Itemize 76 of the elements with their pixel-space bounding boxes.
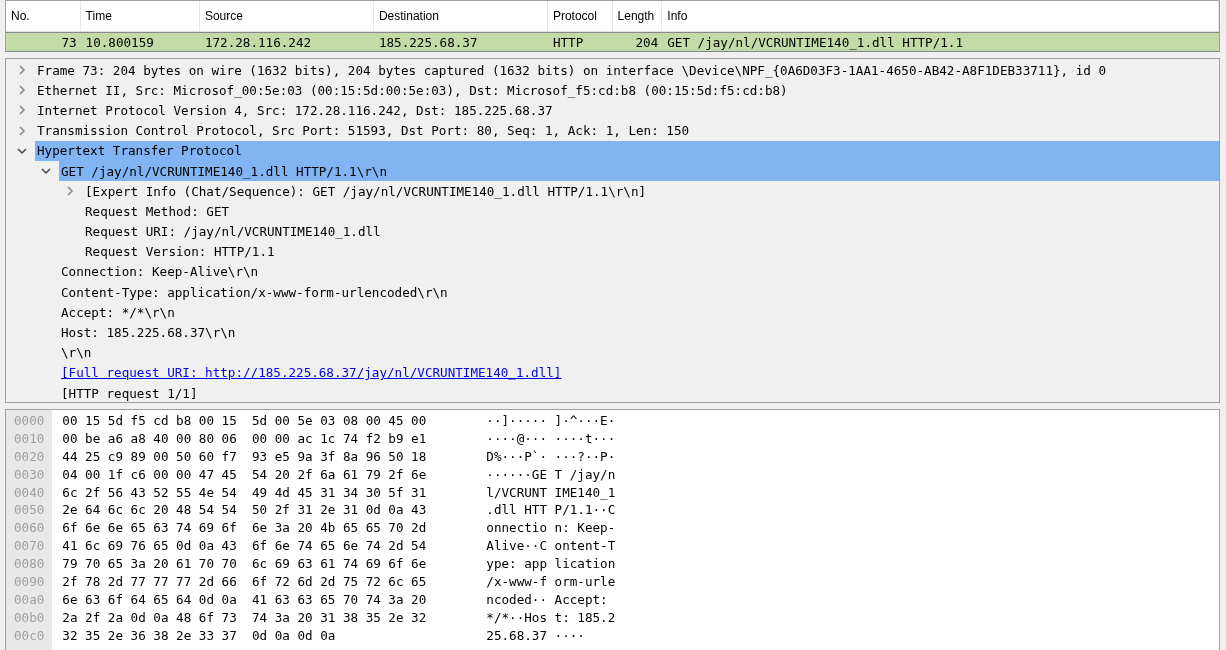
tree-item-label[interactable]: Host: 185.225.68.37\r\n [59,325,238,341]
tree-item-label[interactable]: [HTTP request 1/1] [59,385,200,401]
tree-item-label[interactable]: Internet Protocol Version 4, Src: 172.28.116.242, Dst: 185.225.68.37 [35,102,555,118]
tree-item-label[interactable]: Request Version: HTTP/1.1 [83,244,277,260]
tree-item-label[interactable]: Ethernet II, Src: Microsof_00:5e:03 (00:15:5d:00:5e:03), Dst: Microsof_f5:cd:b8 (00:15:5d:f5:cd:b8) [35,82,790,98]
byte-offset: 0060 [14,520,45,538]
ascii-bytes: l/VCRUNT IME140_1 [486,484,616,502]
table-cell-text: 10.800159 [84,34,155,50]
ascii-bytes: onnectio n: Keep- [486,520,616,538]
ascii-bytes: .dll HTT P/1.1··C [486,502,616,520]
chevron-right-icon[interactable] [16,64,28,77]
ascii-bytes: ······GE T /jay/n [486,466,616,484]
tree-item-label[interactable]: Accept: */*\r\n [59,304,177,320]
ascii-bytes: ype: app lication [486,556,616,574]
chevron-right-icon[interactable] [64,185,76,198]
byte-offset: 0070 [14,538,45,556]
chevron-right-icon[interactable] [16,124,28,137]
hex-bytes: 6e 63 6f 64 65 64 0d 0a 41 63 63 65 70 74 3a 20 [62,591,428,609]
hex-bytes: 00 15 5d f5 cd b8 00 15 5d 00 5e 03 08 00 45 00 [62,413,428,430]
column-header[interactable]: Protocol [547,1,613,31]
hex-bytes: 2a 2f 2a 0d 0a 48 6f 73 74 3a 20 31 38 35 2e 32 [62,609,428,627]
chevron-right-icon[interactable] [16,104,28,117]
tree-item-label[interactable]: Frame 73: 204 bytes on wire (1632 bits), 204 bytes captured (1632 bits) on interface \Device\NPF_{0A6D03F3-1AA1-4650-AB42-A8F1DEB33711}, id 0 [35,62,1109,78]
column-header[interactable]: No. [6,1,81,31]
tree-item-label[interactable]: Hypertext Transfer Protocol [35,143,244,159]
table-cell-text: 185.225.68.37 [377,34,479,50]
tree-item-label[interactable]: [Expert Info (Chat/Sequence): GET /jay/nl/VCRUNTIME140_1.dll HTTP/1.1\r\n] [83,183,649,199]
byte-offset: 0020 [14,448,45,466]
ascii-bytes: ····@··· ····t··· [486,430,616,448]
table-cell-text: 73 [60,34,78,50]
hex-bytes: 04 00 1f c6 00 00 47 45 54 20 2f 6a 61 79 2f 6e [62,466,428,484]
chevron-right-icon[interactable] [16,84,28,97]
hex-bytes: 6f 6e 6e 65 63 74 69 6f 6e 3a 20 4b 65 65 70 2d [62,520,428,538]
hex-bytes: 2e 64 6c 6c 20 48 54 54 50 2f 31 2e 31 0d 0a 43 [62,502,428,520]
hex-bytes: 44 25 c9 89 00 50 60 f7 93 e5 9a 3f 8a 96 50 18 [62,448,428,466]
ascii-bytes: ··]····· ]·^···E· [486,413,616,430]
tree-item-label[interactable]: Request URI: /jay/nl/VCRUNTIME140_1.dll [83,224,383,240]
byte-offset: 0000 [14,413,45,430]
column-header[interactable]: Time [80,1,200,31]
hex-bytes: 79 70 65 3a 20 61 70 70 6c 69 63 61 74 69 6f 6e [62,556,428,574]
ascii-bytes: ncoded·· Accept: [486,591,609,609]
byte-offset: 00a0 [14,591,45,609]
byte-offset: 0090 [14,574,45,591]
byte-offset: 00c0 [14,627,45,645]
hex-bytes: 00 be a6 a8 40 00 80 06 00 00 ac 1c 74 f2 b9 e1 [62,430,428,448]
tree-item-label[interactable]: \r\n [59,345,94,361]
hex-bytes: 41 6c 69 76 65 0d 0a 43 6f 6e 74 65 6e 74 2d 54 [62,538,428,556]
packet-row[interactable]: 73 10.800159 172.28.116.242 185.225.68.37 HTTP 204 GET /jay/nl/VCRUNTIME140_1.dll HTTP/1.1 [6,32,1219,52]
hex-bytes: 32 35 2e 36 38 2e 33 37 0d 0a 0d 0a [62,627,337,645]
byte-offset: 0010 [14,430,45,448]
byte-offset: 0030 [14,466,45,484]
tree-item-label[interactable]: Content-Type: application/x-www-form-urlencoded\r\n [59,284,450,300]
ascii-bytes: Alive··C ontent-T [486,538,616,556]
byte-offset: 0080 [14,556,45,574]
ascii-bytes: D%···P`· ···?··P· [486,448,616,466]
table-cell-text: GET /jay/nl/VCRUNTIME140_1.dll HTTP/1.1 [666,34,964,50]
column-header[interactable]: Info [662,1,1219,31]
tree-item-label[interactable]: Connection: Keep-Alive\r\n [59,264,261,280]
hex-bytes: 2f 78 2d 77 77 77 2d 66 6f 72 6d 2d 75 72 6c 65 [62,574,428,591]
column-header[interactable]: Destination [373,1,548,31]
ascii-bytes: /x-www-f orm-urle [486,574,616,591]
ascii-bytes: 25.68.37 ···· [486,627,586,645]
byte-offset: 0050 [14,502,45,520]
column-header[interactable]: Length [612,1,663,31]
column-header[interactable]: Source [199,1,374,31]
table-cell-text: HTTP [551,34,585,50]
byte-offset: 00b0 [14,609,45,627]
tree-item-label[interactable]: Request Method: GET [83,203,232,219]
full-uri-link[interactable]: [Full request URI: http://185.225.68.37/jay/nl/VCRUNTIME140_1.dll] [59,365,564,381]
ascii-bytes: */*··Hos t: 185.2 [486,609,616,627]
byte-offset: 0040 [14,484,45,502]
hex-bytes: 6c 2f 56 43 52 55 4e 54 49 4d 45 31 34 30 5f 31 [62,484,428,502]
table-cell-text: 172.28.116.242 [203,34,313,50]
tree-item-label[interactable]: Transmission Control Protocol, Src Port: 51593, Dst Port: 80, Seq: 1, Ack: 1, Len: 150 [35,123,692,139]
table-cell-text: 204 [634,34,660,50]
tree-item-label[interactable]: GET /jay/nl/VCRUNTIME140_1.dll HTTP/1.1\r\n [59,163,390,179]
